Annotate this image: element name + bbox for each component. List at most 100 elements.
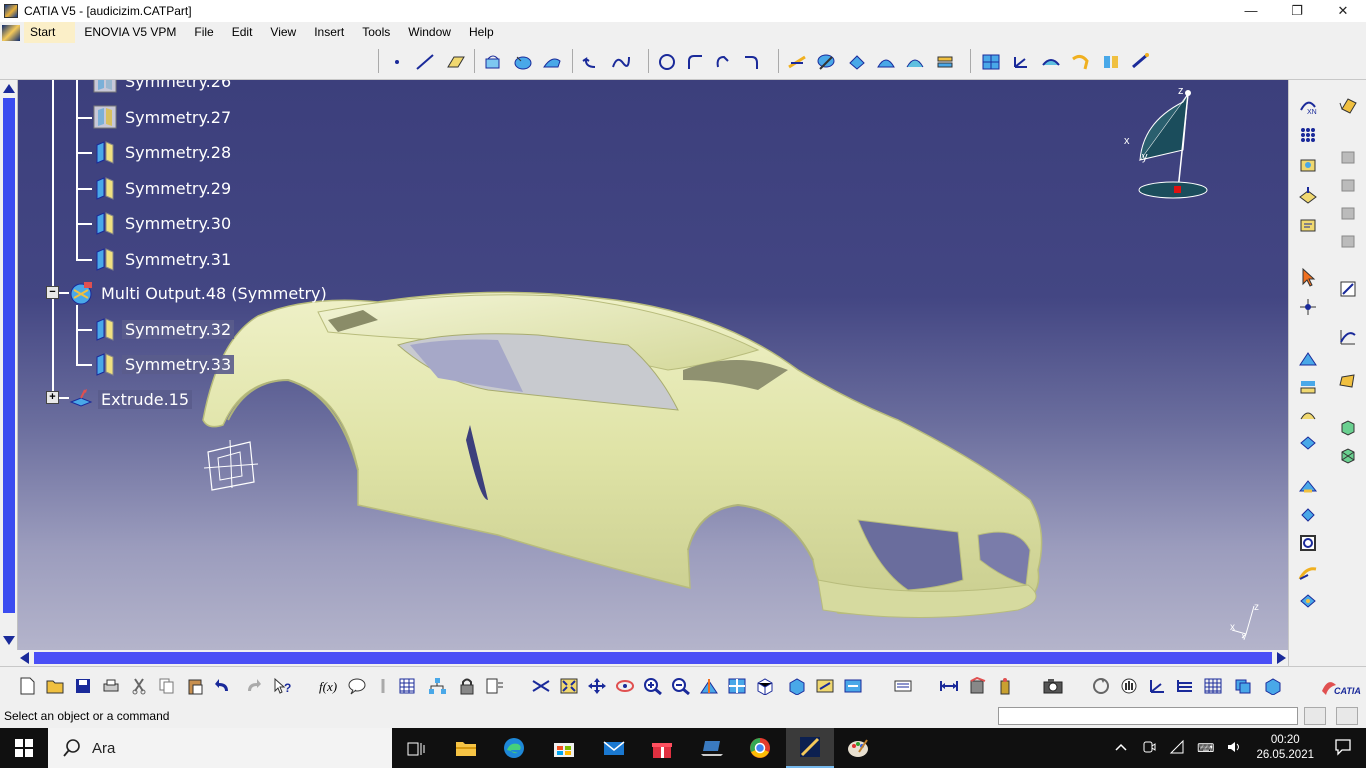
grid-display-icon[interactable] bbox=[1202, 676, 1224, 696]
tree-item-extrude-15[interactable]: Extrude.15 bbox=[68, 388, 193, 410]
select-arrow-icon[interactable] bbox=[1297, 266, 1319, 288]
restore-button[interactable]: ❐ bbox=[1274, 0, 1320, 22]
volume-icon[interactable] bbox=[1226, 739, 1242, 758]
3d-viewport[interactable]: z x y z x y Symmetry.26 Symmetry.27 Symm… bbox=[18, 80, 1288, 650]
new-icon[interactable] bbox=[16, 676, 38, 696]
gift-app-icon[interactable] bbox=[638, 728, 686, 768]
horizontal-scrollbar[interactable] bbox=[18, 650, 1288, 666]
boundary-icon[interactable] bbox=[846, 52, 868, 72]
body-grey-icon[interactable] bbox=[1337, 174, 1359, 196]
paint-app-icon[interactable] bbox=[834, 728, 882, 768]
hierarchy-icon[interactable] bbox=[426, 676, 448, 696]
body-grey-icon[interactable] bbox=[1337, 146, 1359, 168]
disassemble-icon[interactable] bbox=[1297, 504, 1319, 526]
tree-item-symmetry-33[interactable]: Symmetry.33 bbox=[92, 353, 235, 376]
taskbar-search-box[interactable]: Ara bbox=[48, 728, 392, 768]
print-icon[interactable] bbox=[100, 676, 122, 696]
open-icon[interactable] bbox=[44, 676, 66, 696]
paste-icon[interactable] bbox=[184, 676, 206, 696]
measure-between-icon[interactable] bbox=[938, 676, 960, 696]
mail-icon[interactable] bbox=[590, 728, 638, 768]
menu-start[interactable]: Start bbox=[24, 22, 76, 43]
command-history-button[interactable] bbox=[1304, 707, 1326, 725]
scroll-down-arrow-icon[interactable] bbox=[3, 636, 15, 645]
menu-edit[interactable]: Edit bbox=[223, 22, 262, 43]
tree-structure-icon[interactable] bbox=[1174, 676, 1196, 696]
wifi-icon[interactable] bbox=[1169, 739, 1185, 758]
windows-start-button[interactable] bbox=[0, 728, 48, 768]
pan-icon[interactable] bbox=[586, 676, 608, 696]
tray-chevron-up-icon[interactable] bbox=[1115, 741, 1127, 755]
extract-icon[interactable] bbox=[875, 52, 897, 72]
edge-browser-icon[interactable] bbox=[490, 728, 538, 768]
healing-icon[interactable] bbox=[1297, 476, 1319, 498]
knowledge-lock-icon[interactable] bbox=[456, 676, 478, 696]
geometrical-set-icon[interactable] bbox=[1297, 154, 1319, 176]
menu-tools[interactable]: Tools bbox=[353, 22, 399, 43]
expand-button[interactable]: + bbox=[46, 391, 59, 404]
parameter-icon[interactable] bbox=[372, 676, 394, 696]
measure-icon[interactable] bbox=[1130, 52, 1152, 72]
normal-view-icon[interactable] bbox=[698, 676, 720, 696]
surface-sweep-icon[interactable] bbox=[1297, 348, 1319, 370]
menu-insert[interactable]: Insert bbox=[305, 22, 353, 43]
snap-point-icon[interactable] bbox=[1297, 296, 1319, 318]
fill-icon[interactable] bbox=[1337, 370, 1359, 392]
multi-view-icon[interactable] bbox=[726, 676, 748, 696]
tree-item-symmetry-27[interactable]: Symmetry.27 bbox=[92, 105, 234, 129]
store-icon[interactable] bbox=[540, 728, 588, 768]
menu-view[interactable]: View bbox=[261, 22, 305, 43]
grid-icon[interactable] bbox=[980, 52, 1002, 72]
scroll-right-arrow-icon[interactable] bbox=[1277, 652, 1286, 664]
offset-icon[interactable] bbox=[1297, 376, 1319, 398]
collapse-button[interactable]: − bbox=[46, 286, 59, 299]
measure-item-icon[interactable] bbox=[966, 676, 988, 696]
law-curve-icon[interactable] bbox=[1337, 326, 1359, 348]
menu-help[interactable]: Help bbox=[460, 22, 503, 43]
tree-item-symmetry-31[interactable]: Symmetry.31 bbox=[92, 248, 234, 271]
connect-curve-icon[interactable] bbox=[712, 52, 734, 72]
save-icon[interactable] bbox=[72, 676, 94, 696]
undo-icon[interactable] bbox=[212, 676, 234, 696]
catia-taskbar-icon[interactable] bbox=[786, 728, 834, 768]
menu-enovia[interactable]: ENOVIA V5 VPM bbox=[75, 22, 185, 43]
sweep-icon[interactable] bbox=[541, 52, 563, 72]
table-icon[interactable] bbox=[396, 676, 418, 696]
compass-widget[interactable]: z x y bbox=[1118, 82, 1228, 207]
zoom-in-icon[interactable] bbox=[642, 676, 664, 696]
grid-points-icon[interactable] bbox=[1297, 124, 1319, 146]
box-icon[interactable] bbox=[1337, 416, 1359, 438]
clock[interactable]: 00:20 26.05.2021 bbox=[1256, 733, 1314, 763]
corner-icon[interactable] bbox=[684, 52, 706, 72]
point-icon[interactable] bbox=[386, 52, 408, 72]
capture-icon[interactable] bbox=[1042, 676, 1064, 696]
notifications-icon[interactable] bbox=[1334, 738, 1352, 759]
hand-manipulator-icon[interactable] bbox=[1118, 676, 1140, 696]
command-input[interactable] bbox=[998, 707, 1298, 725]
scroll-track[interactable] bbox=[34, 652, 1272, 664]
ordered-set-icon[interactable] bbox=[1297, 214, 1319, 236]
file-explorer-icon[interactable] bbox=[442, 728, 490, 768]
task-view-icon[interactable] bbox=[392, 728, 440, 768]
compass-axis-icon[interactable] bbox=[1146, 676, 1168, 696]
laptop-app-icon[interactable] bbox=[688, 728, 736, 768]
fly-mode-icon[interactable] bbox=[530, 676, 552, 696]
meet-now-icon[interactable] bbox=[1141, 739, 1157, 758]
layer-icon[interactable] bbox=[1232, 676, 1254, 696]
plane-icon[interactable] bbox=[444, 52, 466, 72]
scroll-left-arrow-icon[interactable] bbox=[20, 652, 29, 664]
trim-icon[interactable] bbox=[815, 52, 837, 72]
cut-icon[interactable] bbox=[128, 676, 150, 696]
tree-item-symmetry-30[interactable]: Symmetry.30 bbox=[92, 212, 234, 235]
tree-item-symmetry-29[interactable]: Symmetry.29 bbox=[92, 177, 234, 200]
rotate-icon[interactable] bbox=[614, 676, 636, 696]
box-wire-icon[interactable] bbox=[1337, 444, 1359, 466]
tree-item-symmetry-32[interactable]: Symmetry.32 bbox=[92, 318, 235, 341]
body-grey-icon[interactable] bbox=[1337, 202, 1359, 224]
blend-icon[interactable] bbox=[1297, 404, 1319, 426]
symmetry-icon[interactable] bbox=[1100, 52, 1122, 72]
hide-show-icon[interactable] bbox=[814, 676, 836, 696]
measure-inertia-icon[interactable] bbox=[994, 676, 1016, 696]
join-icon[interactable] bbox=[1297, 432, 1319, 454]
close-button[interactable]: ✕ bbox=[1320, 0, 1366, 22]
